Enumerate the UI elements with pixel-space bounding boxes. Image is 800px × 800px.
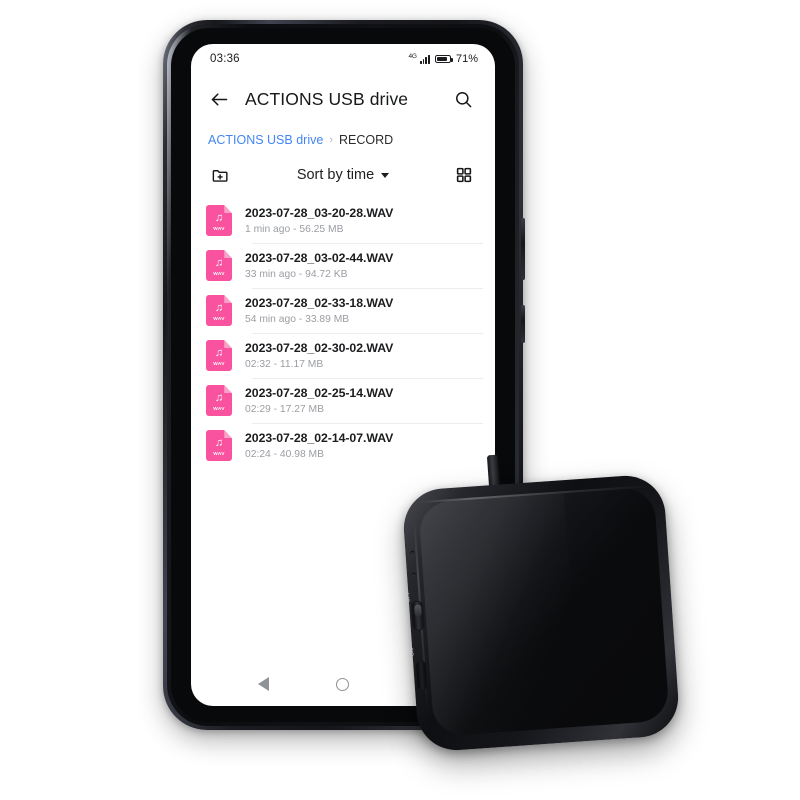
- power-button[interactable]: [521, 305, 525, 343]
- wav-file-icon: ♫ WAV: [206, 205, 232, 236]
- new-folder-icon[interactable]: [206, 161, 234, 189]
- switch-on-label: ON: [409, 647, 416, 657]
- network-type-label: 4G: [408, 52, 417, 60]
- list-item[interactable]: ♫ WAV 2023-07-28_02-25-14.WAV 02:29 - 17…: [191, 378, 495, 423]
- status-time: 03:36: [210, 53, 240, 65]
- breadcrumb-root-link[interactable]: ACTIONS USB drive: [208, 133, 323, 147]
- list-item[interactable]: ♫ WAV 2023-07-28_02-30-02.WAV 02:32 - 11…: [191, 333, 495, 378]
- file-name: 2023-07-28_02-33-18.WAV: [245, 296, 394, 311]
- file-meta: 2023-07-28_03-20-28.WAV 1 min ago - 56.2…: [245, 205, 393, 236]
- file-name: 2023-07-28_02-30-02.WAV: [245, 341, 394, 356]
- device-gloss-secondary: [418, 493, 581, 737]
- file-subtitle: 02:32 - 11.17 MB: [245, 358, 324, 370]
- search-icon[interactable]: [449, 85, 477, 113]
- status-indicators: 4G 71%: [408, 52, 479, 66]
- caret-down-icon[interactable]: [381, 172, 390, 178]
- switch-knob[interactable]: [413, 604, 422, 617]
- file-subtitle: 02:29 - 17.27 MB: [245, 403, 324, 415]
- file-name: 2023-07-28_03-02-44.WAV: [245, 251, 394, 266]
- music-note-icon: ♫: [214, 437, 224, 449]
- wav-file-icon: ♫ WAV: [206, 295, 232, 326]
- file-list: ♫ WAV 2023-07-28_03-20-28.WAV 1 min ago …: [191, 198, 495, 468]
- file-meta: 2023-07-28_02-14-07.WAV 02:24 - 40.98 MB: [245, 430, 393, 461]
- breadcrumb-current: RECORD: [338, 133, 394, 147]
- file-name: 2023-07-28_03-20-28.WAV: [245, 206, 394, 221]
- music-note-icon: ♫: [214, 212, 224, 224]
- wav-icon-label: WAV: [213, 452, 225, 457]
- file-meta: 2023-07-28_02-30-02.WAV 02:32 - 11.17 MB: [245, 340, 393, 371]
- file-subtitle: 33 min ago - 94.72 KB: [245, 268, 348, 280]
- list-toolbar: Sort by time: [191, 152, 495, 198]
- chevron-right-icon: ›: [329, 133, 333, 146]
- switch-off-label: OFF: [405, 590, 412, 603]
- wav-icon-label: WAV: [213, 317, 225, 322]
- file-subtitle: 54 min ago - 33.89 MB: [245, 313, 350, 325]
- volume-button[interactable]: [521, 218, 525, 280]
- file-subtitle: 02:24 - 40.98 MB: [245, 448, 324, 460]
- microphone-hole-icon: [411, 572, 417, 577]
- music-note-icon: ♫: [214, 302, 224, 314]
- scene: 03:36 4G 71% ACTIONS USB drive ACTIONS U…: [0, 0, 800, 800]
- microphone-hole-icon: [410, 550, 415, 555]
- back-button[interactable]: [205, 85, 233, 113]
- file-meta: 2023-07-28_03-02-44.WAV 33 min ago - 94.…: [245, 250, 393, 281]
- grid-view-icon[interactable]: [450, 161, 478, 189]
- wav-icon-label: WAV: [213, 407, 225, 412]
- battery-percent-label: 71%: [455, 53, 478, 65]
- music-note-icon: ♫: [214, 392, 224, 404]
- list-item[interactable]: ♫ WAV 2023-07-28_02-14-07.WAV 02:24 - 40…: [191, 423, 495, 468]
- wav-file-icon: ♫ WAV: [206, 430, 232, 461]
- device-front-panel: [418, 486, 670, 737]
- wav-icon-label: WAV: [213, 227, 225, 232]
- wav-file-icon: ♫ WAV: [206, 385, 232, 416]
- battery-icon: [434, 54, 453, 64]
- nav-home-icon[interactable]: [335, 677, 349, 691]
- page-title: ACTIONS USB drive: [245, 88, 409, 109]
- file-subtitle: 1 min ago - 56.25 MB: [245, 223, 344, 235]
- music-note-icon: ♫: [214, 347, 224, 359]
- music-note-icon: ♫: [214, 257, 224, 269]
- file-name: 2023-07-28_02-14-07.WAV: [245, 431, 394, 446]
- wav-icon-label: WAV: [213, 362, 225, 367]
- nav-back-icon[interactable]: [258, 677, 270, 691]
- power-slide-switch[interactable]: [410, 600, 425, 631]
- sort-label[interactable]: Sort by time: [297, 167, 374, 183]
- file-meta: 2023-07-28_02-25-14.WAV 02:29 - 17.27 MB: [245, 385, 393, 416]
- usb-voice-recorder-device: OFF ON: [401, 454, 681, 753]
- list-item[interactable]: ♫ WAV 2023-07-28_02-33-18.WAV 54 min ago…: [191, 288, 495, 333]
- wav-icon-label: WAV: [213, 272, 225, 277]
- signal-strength-icon: [419, 54, 430, 64]
- list-item[interactable]: ♫ WAV 2023-07-28_03-20-28.WAV 1 min ago …: [191, 198, 495, 243]
- file-name: 2023-07-28_02-25-14.WAV: [245, 386, 394, 401]
- app-bar: ACTIONS USB drive: [191, 74, 495, 124]
- breadcrumb: ACTIONS USB drive › RECORD: [191, 124, 495, 152]
- wav-file-icon: ♫ WAV: [206, 250, 232, 281]
- usb-port: [415, 660, 429, 691]
- list-item[interactable]: ♫ WAV 2023-07-28_03-02-44.WAV 33 min ago…: [191, 243, 495, 288]
- wav-file-icon: ♫ WAV: [206, 340, 232, 371]
- status-bar: 03:36 4G 71%: [191, 44, 495, 74]
- file-meta: 2023-07-28_02-33-18.WAV 54 min ago - 33.…: [245, 295, 393, 326]
